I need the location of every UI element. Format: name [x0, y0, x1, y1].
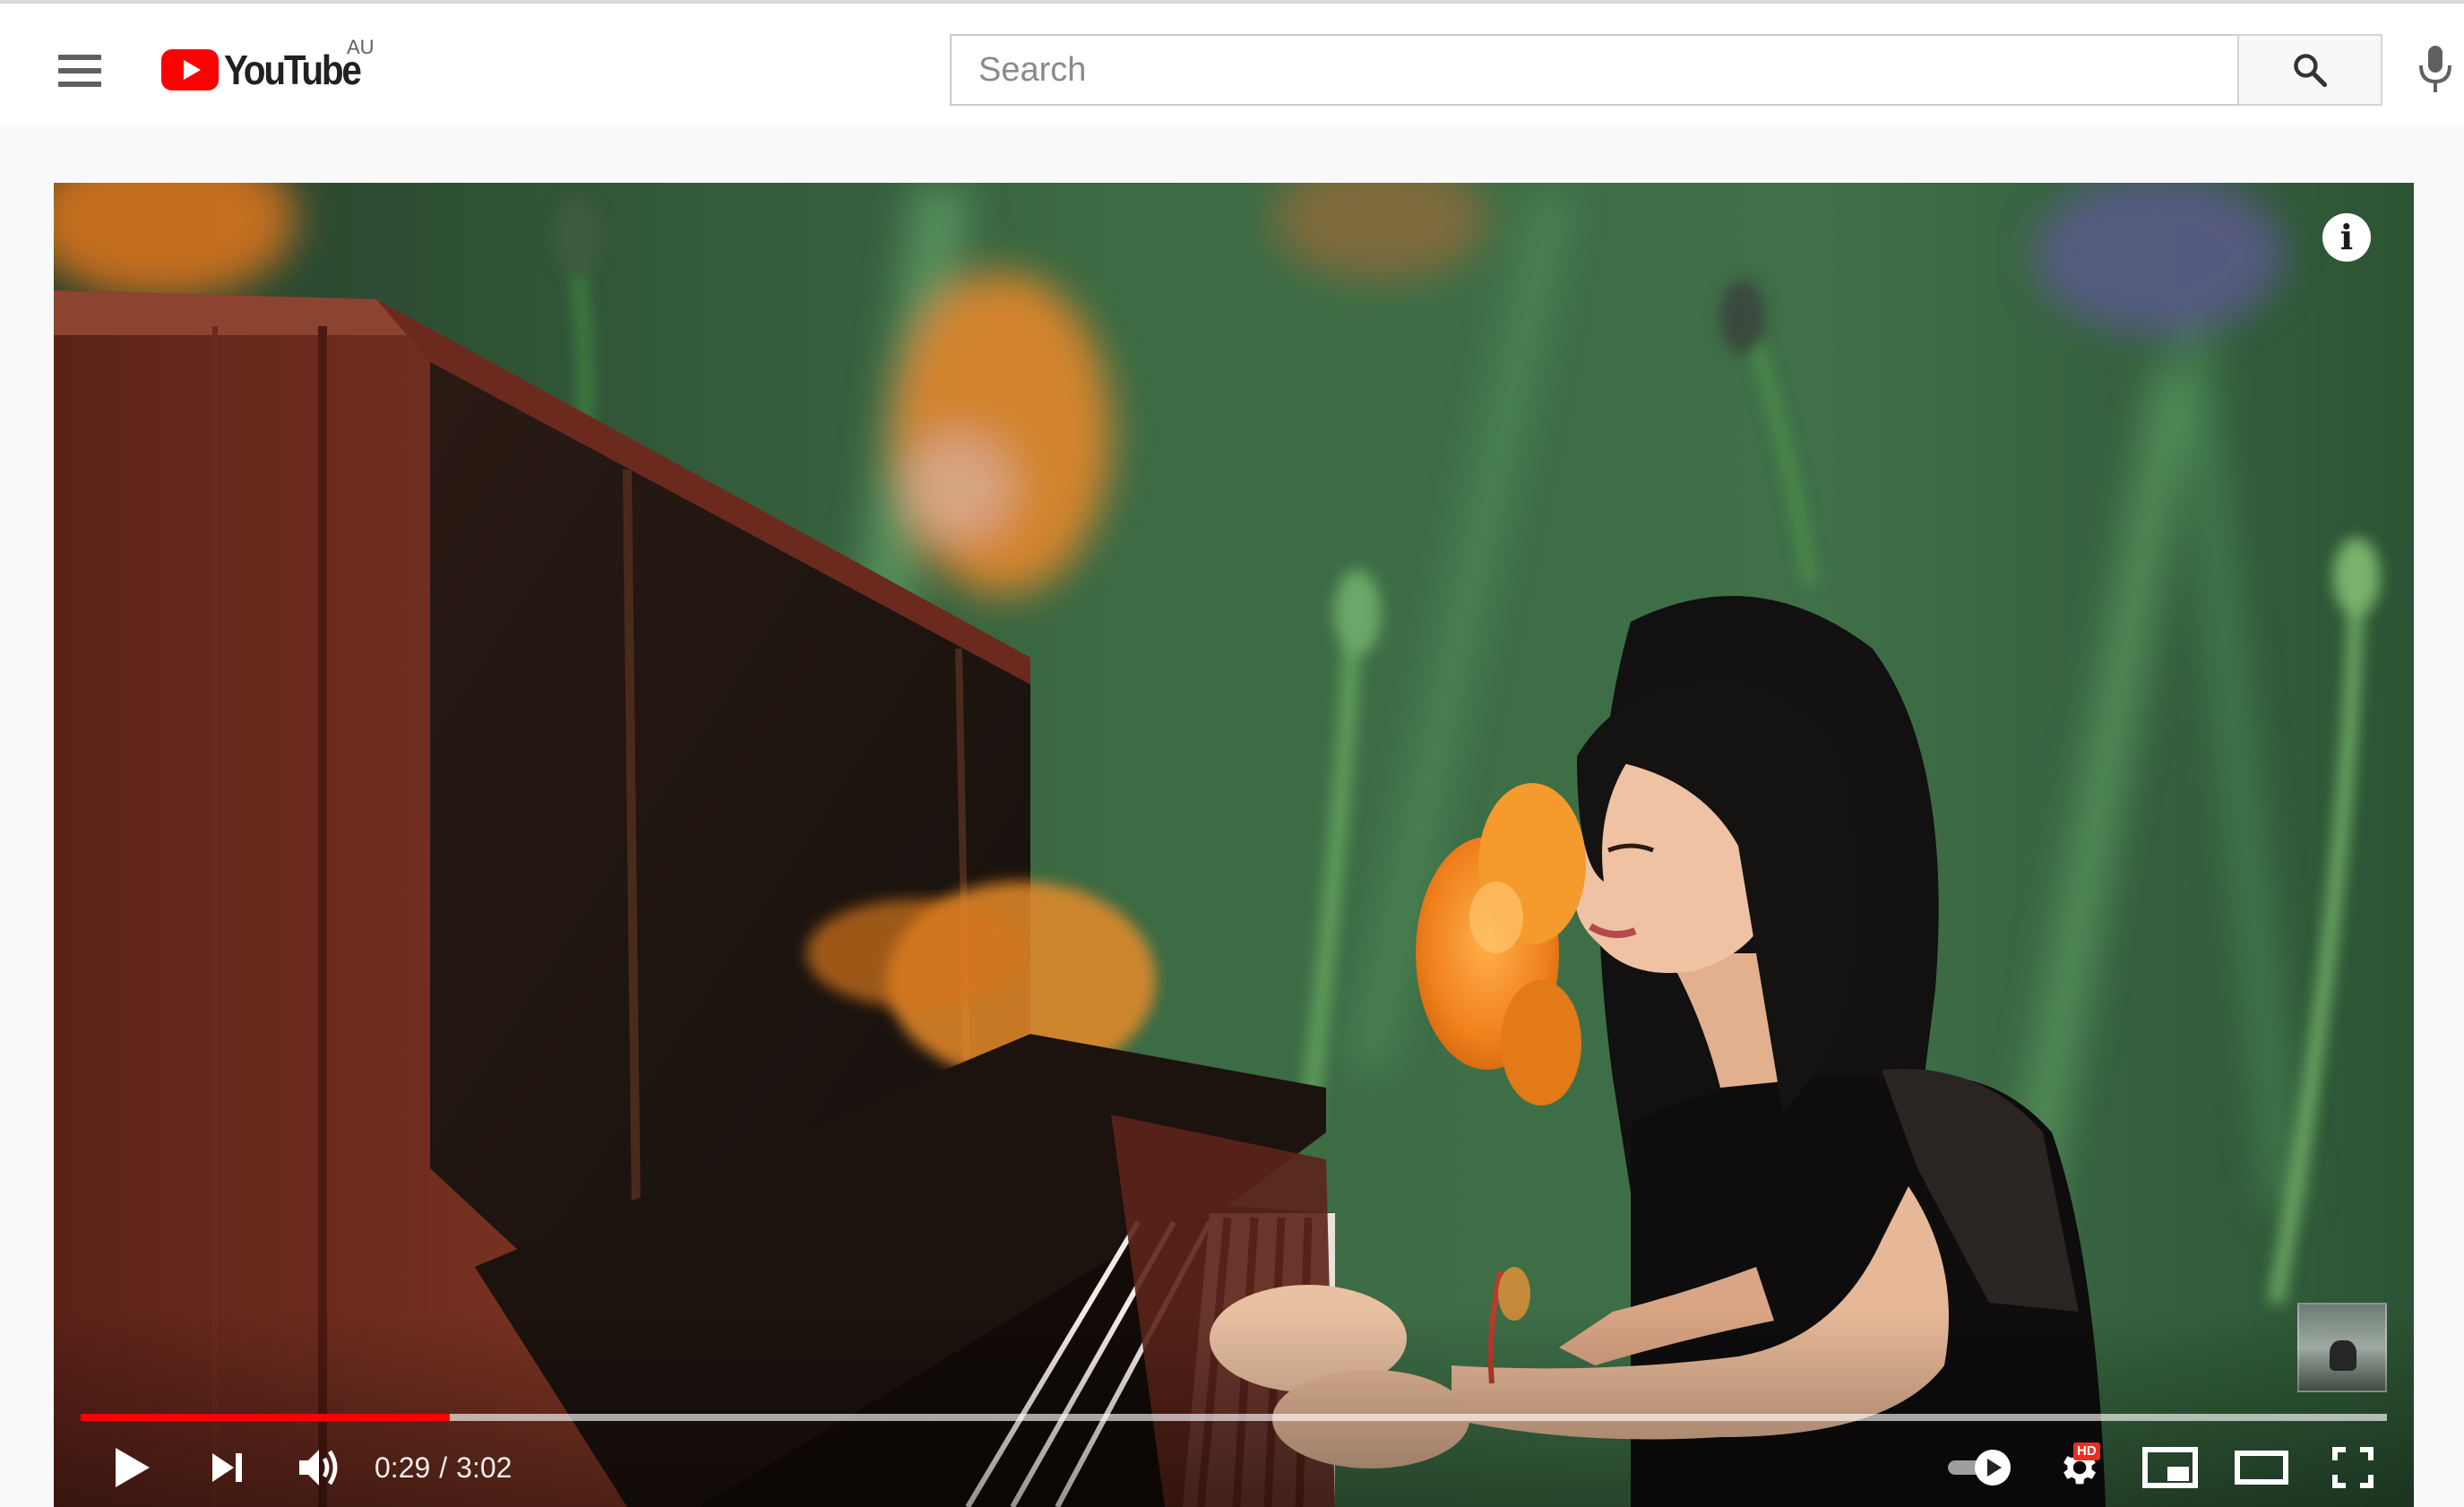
time-separator: / — [439, 1451, 448, 1484]
current-time: 0:29 — [375, 1451, 431, 1484]
mute-button[interactable] — [285, 1439, 357, 1496]
progress-played — [81, 1414, 450, 1421]
region-code: AU — [347, 36, 375, 58]
miniplayer-button[interactable] — [2132, 1439, 2208, 1496]
fullscreen-button[interactable] — [2315, 1439, 2391, 1496]
autoplay-toggle[interactable] — [1939, 1439, 2020, 1496]
hamburger-icon-bar — [58, 68, 101, 73]
next-icon — [212, 1453, 242, 1482]
time-display: 0:29 / 3:02 — [375, 1439, 512, 1496]
info-icon: i — [2339, 217, 2354, 257]
player-controls: 0:29 / 3:02 HD — [54, 1430, 2414, 1507]
search-icon — [2294, 54, 2328, 88]
guide-menu-button[interactable] — [50, 41, 109, 100]
search-input[interactable] — [952, 36, 2238, 104]
microphone-icon — [2419, 46, 2451, 92]
theater-mode-icon — [2235, 1451, 2288, 1485]
settings-button[interactable]: HD — [2038, 1439, 2118, 1496]
theater-mode-button[interactable] — [2224, 1439, 2299, 1496]
search-button[interactable] — [2237, 34, 2382, 106]
play-button[interactable] — [100, 1439, 163, 1496]
logo-text: YouTube — [224, 47, 362, 93]
autoplay-toggle-icon — [1948, 1450, 2011, 1485]
volume-icon — [299, 1450, 338, 1485]
search-box — [950, 34, 2238, 106]
duration: 3:02 — [456, 1451, 513, 1484]
masthead: YouTube AU — [0, 0, 2464, 127]
info-card-button[interactable]: i — [2322, 213, 2371, 262]
hd-badge: HD — [2073, 1442, 2100, 1460]
play-icon — [116, 1448, 150, 1487]
video-frame — [54, 183, 2414, 1507]
hamburger-icon-bar — [58, 55, 101, 60]
progress-bar[interactable] — [81, 1414, 2387, 1421]
miniplayer-icon — [2142, 1447, 2198, 1488]
next-button[interactable] — [197, 1439, 256, 1496]
voice-search-button[interactable] — [2410, 39, 2460, 99]
youtube-play-icon — [161, 49, 219, 90]
endscreen-video-thumbnail[interactable] — [2297, 1303, 2387, 1392]
fullscreen-icon — [2332, 1447, 2374, 1488]
youtube-logo[interactable]: YouTube AU — [161, 36, 378, 97]
video-player[interactable]: i 0:29 / 3:02 HD — [54, 183, 2414, 1507]
hamburger-icon-bar — [58, 82, 101, 87]
